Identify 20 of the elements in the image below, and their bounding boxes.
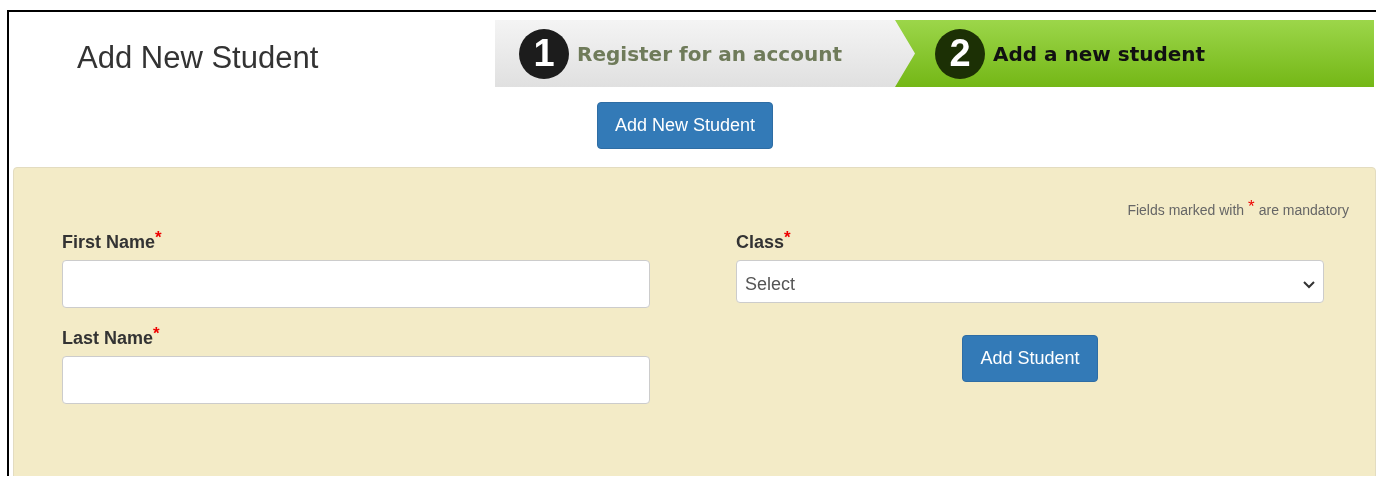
step-number: 1 (519, 28, 569, 79)
step-label: Register for an account (577, 41, 842, 66)
input-field[interactable] (62, 356, 650, 404)
page-title: Add New Student (77, 40, 320, 76)
step-number: 2 (935, 28, 985, 79)
asterisk: * (155, 228, 162, 247)
field-label: First Name (62, 232, 156, 252)
input-field[interactable] (62, 260, 650, 308)
add-new-student-button[interactable]: Add New Student (597, 102, 774, 149)
chevron-down-icon (1303, 280, 1315, 289)
mandatory-note: are mandatory (1258, 202, 1349, 218)
mandatory-note: Fields marked with (1127, 202, 1245, 218)
step-label: Add a new student (993, 41, 1206, 66)
asterisk: * (153, 324, 160, 343)
field-label: Last Name (62, 328, 154, 348)
field-label: Class (736, 232, 785, 252)
select-field[interactable]: Select (736, 260, 1324, 303)
asterisk: * (784, 228, 791, 247)
asterisk: * (1248, 197, 1255, 217)
add-student-button[interactable]: Add Student (962, 335, 1098, 382)
